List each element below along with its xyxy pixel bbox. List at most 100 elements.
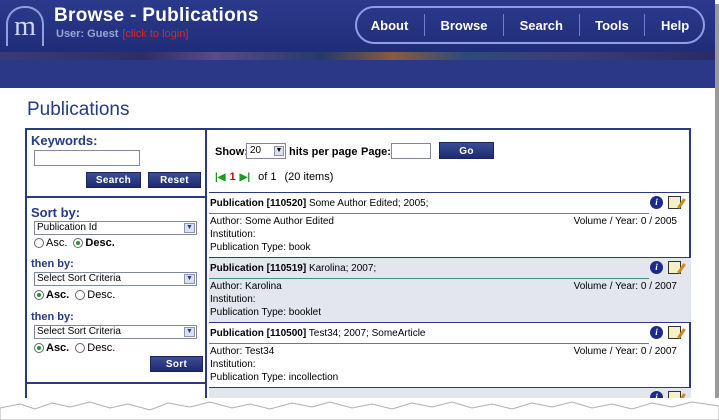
then-by-label: then by: [31, 258, 74, 270]
user-label: User: Guest [56, 28, 119, 40]
record-summary: Some Author Edited; 2005; [308, 198, 429, 209]
sort-order-2: Asc. Desc. [34, 289, 115, 301]
content-frame: Keywords: Search Reset Sort by: Publicat… [25, 128, 691, 420]
torn-edge [0, 398, 719, 420]
asc-label: Asc. [46, 289, 70, 301]
record-body: Author: Karolina Institution: Publicatio… [209, 279, 691, 322]
edit-icon[interactable] [668, 326, 681, 339]
sort-criteria-2[interactable]: Select Sort Criteria ▼ [34, 272, 197, 286]
record-header: Publication [110520] Some Author Edited;… [209, 193, 691, 214]
record-institution: Institution: [210, 294, 256, 305]
chevron-down-icon: ▼ [184, 223, 195, 233]
nav-separator [503, 14, 505, 36]
page-input[interactable] [391, 143, 431, 159]
record-type: Publication Type: booklet [210, 307, 322, 318]
window-shadow [715, 4, 719, 404]
user-status: User: Guest [click to login] [56, 28, 188, 40]
chevron-down-icon: ▼ [184, 327, 195, 337]
nav-help[interactable]: Help [661, 18, 689, 33]
main-panel: Publications Keywords: Search Reset Sort… [18, 90, 701, 420]
record-body: Author: Test34 Institution: Publication … [209, 344, 691, 387]
page-count: of 1 [258, 171, 277, 183]
sort-criteria-1[interactable]: Publication Id ▼ [34, 221, 197, 235]
sidebar-divider [27, 196, 205, 198]
record-summary: Test34; 2007; SomeArticle [308, 328, 426, 339]
nav-tools[interactable]: Tools [595, 18, 629, 33]
sort-criteria-1-value: Publication Id [37, 222, 98, 233]
record-institution: Institution: [210, 359, 256, 370]
list-item: Publication [110520] Some Author Edited;… [209, 192, 691, 257]
nav-separator [423, 14, 425, 36]
record-header: Publication [110519] Karolina; 2007; i [209, 258, 691, 279]
desc-label: Desc. [85, 237, 115, 249]
info-icon[interactable]: i [650, 261, 663, 274]
page-label: Page: [361, 146, 391, 158]
chevron-down-icon: ▼ [274, 146, 284, 156]
list-item: Publication [110519] Karolina; 2007; i A… [209, 257, 691, 322]
keywords-input[interactable] [34, 150, 140, 166]
logo[interactable]: m [6, 6, 44, 46]
sort-criteria-3-value: Select Sort Criteria [37, 326, 121, 337]
search-button[interactable]: Search [86, 172, 141, 188]
last-page-icon[interactable]: ▶| [240, 172, 251, 183]
banner-strip [0, 52, 715, 60]
then-by-label: then by: [31, 311, 74, 323]
sort-criteria-3[interactable]: Select Sort Criteria ▼ [34, 325, 197, 339]
item-count: (20 items) [284, 171, 334, 183]
nav-browse[interactable]: Browse [440, 18, 487, 33]
banner-band [0, 60, 715, 88]
sort-order-1: Asc. Desc. [34, 237, 115, 249]
sort-by-label: Sort by: [31, 205, 81, 220]
record-type: Publication Type: book [210, 242, 311, 253]
record-id[interactable]: Publication [110500] [210, 328, 306, 339]
header: m Browse - Publications User: Guest [clic… [0, 0, 715, 52]
desc-radio[interactable] [75, 343, 86, 353]
main-nav: About Browse Search Tools Help [355, 6, 705, 44]
asc-radio[interactable] [34, 290, 44, 300]
sort-button[interactable]: Sort [150, 356, 203, 372]
desc-radio[interactable] [73, 238, 84, 248]
list-item: Publication [110500] Test34; 2007; SomeA… [209, 322, 691, 387]
nav-search[interactable]: Search [520, 18, 563, 33]
record-volume-year: Volume / Year: 0 / 2007 [573, 281, 677, 292]
nav-separator [578, 14, 580, 36]
first-page-icon[interactable]: |◀ [215, 172, 226, 183]
hits-per-page-label: hits per page [289, 146, 358, 158]
record-id[interactable]: Publication [110520] [210, 198, 306, 209]
results-area: Show: 20 ▼ hits per page Page: Go |◀ 1 ▶… [209, 130, 691, 420]
current-page: 1 [229, 171, 236, 183]
keywords-label: Keywords: [31, 133, 98, 148]
hits-per-page-select[interactable]: 20 ▼ [246, 143, 286, 159]
hits-value: 20 [250, 145, 262, 156]
filter-sidebar: Keywords: Search Reset Sort by: Publicat… [27, 130, 207, 420]
record-actions: i [650, 196, 681, 209]
go-button[interactable]: Go [439, 142, 494, 159]
login-link[interactable]: [click to login] [122, 28, 188, 40]
nav-separator [644, 14, 646, 36]
edit-icon[interactable] [668, 196, 681, 209]
record-body: Author: Some Author Edited Institution: … [209, 214, 691, 257]
sidebar-divider [27, 382, 205, 384]
desc-label: Desc. [87, 289, 116, 301]
record-actions: i [650, 261, 681, 274]
record-header: Publication [110500] Test34; 2007; SomeA… [209, 323, 691, 344]
record-summary: Karolina; 2007; [308, 263, 377, 274]
publication-list: Publication [110520] Some Author Edited;… [209, 192, 691, 407]
record-id[interactable]: Publication [110519] [210, 263, 306, 274]
info-icon[interactable]: i [650, 196, 663, 209]
record-volume-year: Volume / Year: 0 / 2005 [573, 216, 677, 227]
sort-order-3: Asc. Desc. [34, 342, 115, 354]
nav-about[interactable]: About [371, 18, 409, 33]
asc-label: Asc. [46, 342, 70, 354]
show-label: Show: [215, 146, 248, 158]
desc-radio[interactable] [75, 290, 86, 300]
record-type: Publication Type: incollection [210, 372, 339, 383]
asc-radio[interactable] [34, 343, 44, 353]
edit-icon[interactable] [668, 261, 681, 274]
reset-button[interactable]: Reset [148, 172, 201, 188]
record-volume-year: Volume / Year: 0 / 2007 [573, 346, 677, 357]
asc-radio[interactable] [34, 238, 44, 248]
pagination: |◀ 1 ▶| of 1 (20 items) [215, 171, 333, 183]
info-icon[interactable]: i [650, 326, 663, 339]
section-title: Publications [27, 99, 130, 120]
